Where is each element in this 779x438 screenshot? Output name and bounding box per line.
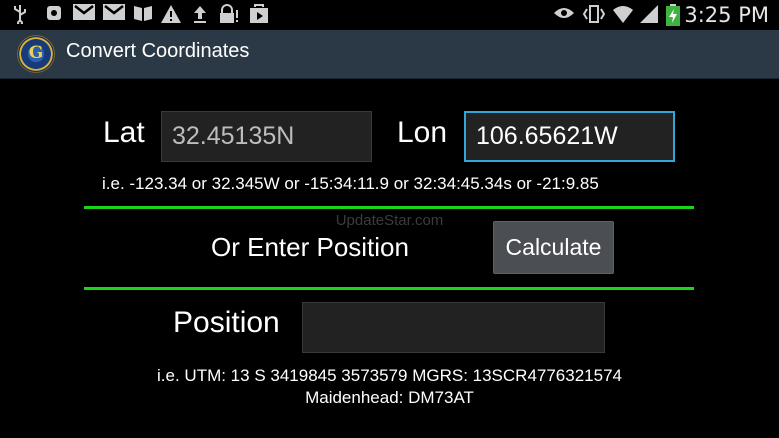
calculate-button[interactable]: Calculate	[493, 221, 614, 274]
coordinate-format-hint: i.e. -123.34 or 32.345W or -15:34:11.9 o…	[102, 174, 599, 193]
app-logo-icon[interactable]: G	[17, 35, 55, 73]
vibrate-icon	[582, 4, 606, 26]
gmail-icon	[102, 4, 126, 26]
position-input[interactable]	[302, 302, 605, 353]
divider-top	[84, 206, 694, 209]
watermark-text: UpdateStar.com	[335, 212, 444, 229]
action-bar: G Convert Coordinates	[0, 30, 779, 79]
position-format-hint-line2: Maidenhead: DM73AT	[305, 388, 474, 407]
lon-label: Lon	[397, 116, 448, 149]
lat-label: Lat	[103, 116, 145, 149]
warning-icon	[160, 4, 182, 26]
divider-bottom	[84, 287, 694, 290]
lat-input[interactable]: 32.45135N	[161, 111, 372, 162]
app-title: Convert Coordinates	[66, 40, 250, 62]
battery-charging-icon	[664, 4, 682, 26]
gmail-icon	[72, 4, 96, 26]
status-time: 3:25 PM	[684, 3, 769, 27]
eye-icon	[553, 4, 575, 26]
position-label: Position	[173, 306, 280, 339]
signal-icon	[638, 4, 660, 26]
wifi-icon	[612, 4, 634, 26]
status-bar: 3:25 PM	[0, 0, 779, 30]
usb-icon	[10, 4, 30, 26]
lock-warning-icon	[218, 4, 240, 26]
lon-input[interactable]: 106.65621W	[464, 111, 675, 162]
upload-icon	[190, 4, 210, 26]
position-format-hint-line1: i.e. UTM: 13 S 3419845 3573579 MGRS: 13S…	[157, 366, 622, 385]
record-icon	[44, 4, 64, 26]
play-store-icon	[248, 4, 270, 26]
or-enter-position-label: Or Enter Position	[211, 232, 409, 262]
book-icon	[132, 4, 154, 26]
